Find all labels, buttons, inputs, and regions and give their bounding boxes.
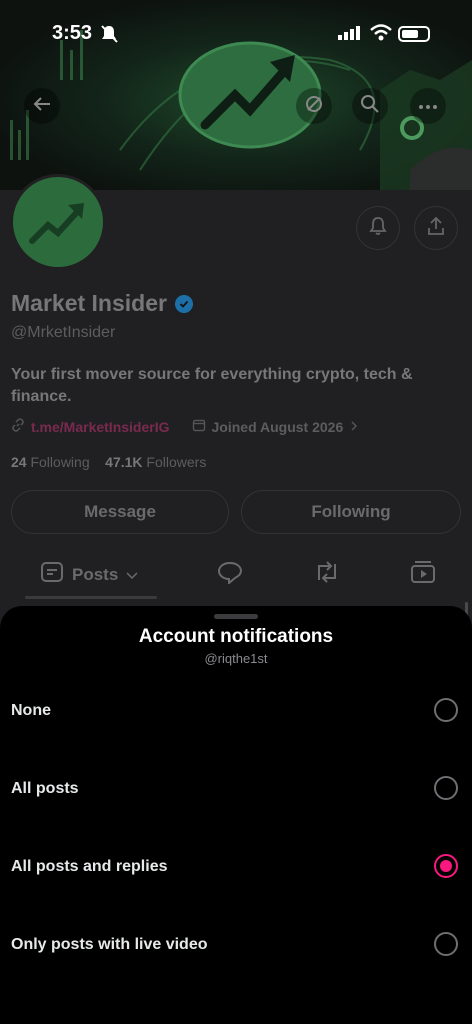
share-icon [426, 216, 446, 241]
sync-button[interactable] [296, 88, 332, 124]
tab-posts[interactable]: Posts [40, 560, 138, 589]
radio-button[interactable] [434, 698, 458, 722]
following-button-label: Following [311, 502, 391, 521]
chevron-down-icon [126, 565, 138, 585]
profile-bio: Your first mover source for everything c… [11, 366, 413, 405]
posts-icon [40, 560, 64, 589]
status-bar: 3:53 [0, 0, 472, 70]
chevron-right-icon[interactable] [349, 419, 359, 435]
more-icon [418, 97, 438, 115]
notifications-button[interactable] [356, 206, 400, 250]
verified-badge-icon [174, 294, 193, 313]
cellular-signal-icon [338, 26, 362, 45]
following-button[interactable]: Following [241, 490, 461, 534]
followers-label: Followers [146, 454, 207, 470]
following-count-link[interactable]: 24 Following [11, 454, 90, 470]
followers-count: 47.1K [105, 454, 143, 470]
calendar-icon [192, 418, 206, 435]
sheet-grabber[interactable] [214, 614, 258, 619]
profile-tabs: Posts [0, 552, 472, 599]
tab-reposts[interactable] [313, 560, 341, 589]
radio-button[interactable] [434, 932, 458, 956]
battery-icon [398, 26, 430, 42]
radio-button-selected[interactable] [434, 854, 458, 878]
option-label: All posts [11, 780, 79, 797]
option-all-posts[interactable]: All posts [0, 760, 472, 820]
option-label: None [11, 702, 51, 719]
option-label: Only posts with live video [11, 936, 208, 953]
profile-meta: t.me/MarketInsiderIG Joined August 2026 [11, 418, 359, 435]
wifi-icon [370, 24, 392, 47]
follow-counts: 24 Following 47.1K Followers [11, 454, 206, 470]
option-none[interactable]: None [0, 682, 472, 742]
profile-name-row: Market Insider [11, 290, 193, 317]
tab-replies[interactable] [217, 560, 243, 589]
joined-date: Joined August 2026 [211, 418, 344, 435]
profile-handle: @MrketInsider [11, 324, 116, 341]
option-live-video-posts[interactable]: Only posts with live video [0, 916, 472, 976]
silent-mode-icon [100, 24, 118, 49]
profile-avatar[interactable] [10, 174, 106, 270]
media-icon [410, 560, 436, 589]
trend-arrow-icon [29, 203, 84, 244]
link-icon [11, 418, 25, 435]
sync-icon [304, 94, 324, 119]
status-time: 3:53 [52, 22, 93, 44]
following-count: 24 [11, 454, 27, 470]
option-label: All posts and replies [11, 858, 168, 875]
sheet-subtitle: @riqthe1st [204, 651, 268, 666]
back-button[interactable] [24, 88, 60, 124]
following-label: Following [30, 454, 90, 470]
more-button[interactable] [410, 88, 446, 124]
search-icon [360, 94, 380, 119]
option-all-posts-and-replies[interactable]: All posts and replies [0, 838, 472, 898]
message-button-label: Message [84, 502, 156, 521]
active-tab-indicator [25, 596, 157, 599]
share-button[interactable] [414, 206, 458, 250]
notification-bell-icon [368, 216, 388, 241]
back-arrow-icon [32, 94, 52, 119]
profile-link[interactable]: t.me/MarketInsiderIG [31, 419, 170, 435]
followers-count-link[interactable]: 47.1K Followers [105, 454, 206, 470]
radio-button[interactable] [434, 776, 458, 800]
sheet-title: Account notifications [138, 626, 334, 647]
tab-media[interactable] [410, 560, 436, 589]
tab-posts-label: Posts [72, 564, 119, 584]
search-button[interactable] [352, 88, 388, 124]
account-notifications-sheet: Account notifications @riqthe1st None Al… [0, 606, 472, 1024]
message-button[interactable]: Message [11, 490, 229, 534]
profile-name: Market Insider [11, 290, 167, 316]
reply-icon [217, 560, 243, 589]
repost-icon [313, 560, 341, 589]
